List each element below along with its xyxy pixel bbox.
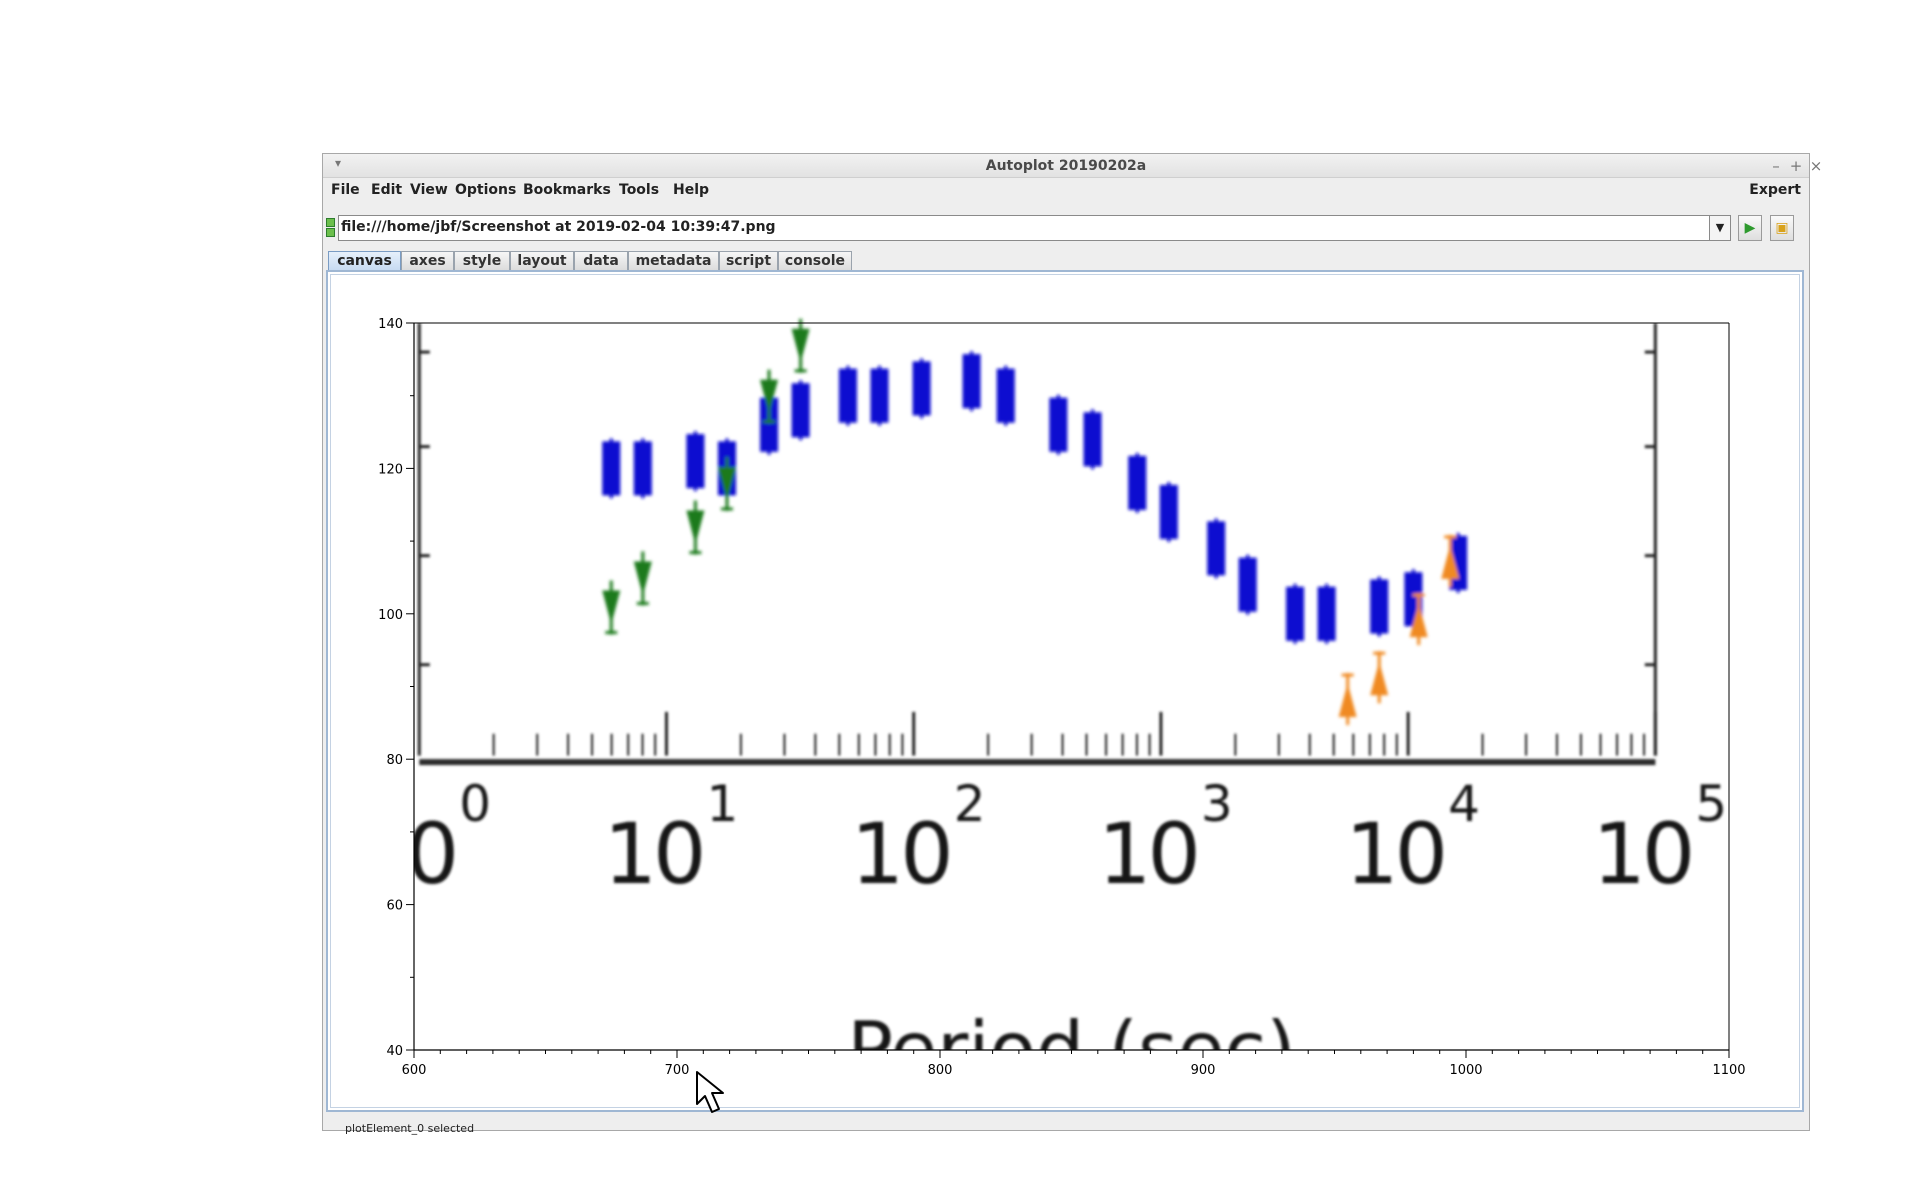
image-decade-label: 10 [1592,805,1691,903]
x-tick-label: 1000 [1449,1063,1482,1078]
image-x-axis-label: Period (sec) [847,1004,1296,1093]
image-decade-exponent: 0 [459,775,491,833]
image-decade-exponent: 4 [1448,775,1480,833]
mouse-cursor-icon [696,1071,724,1113]
image-decade-exponent: 3 [1201,775,1233,833]
plot-image-markers [602,318,1468,726]
y-tick-label: 40 [386,1044,403,1059]
image-decade-label: 10 [1098,805,1197,903]
x-tick-label: 600 [402,1063,427,1078]
image-decade-exponent: 2 [954,775,986,833]
image-decade-exponent: 5 [1695,775,1727,833]
x-tick-label: 800 [928,1063,953,1078]
x-tick-label: 700 [665,1063,690,1078]
y-tick-label: 60 [386,899,403,914]
y-tick-label: 80 [386,753,403,768]
x-tick-label: 1100 [1712,1063,1745,1078]
image-decade-label: 10 [851,805,950,903]
image-decade-exponent: 1 [706,775,738,833]
image-decade-label: 10 [604,805,703,903]
y-tick-label: 100 [378,608,403,623]
y-tick-label: 120 [378,462,403,477]
image-decade-label: 10 [1345,805,1444,903]
plot-canvas[interactable]: 00101102103104105Period (sec) 4060801001… [0,0,1920,1200]
x-tick-label: 900 [1191,1063,1216,1078]
image-decade-label: 0 [406,805,455,903]
y-tick-label: 140 [378,317,403,332]
